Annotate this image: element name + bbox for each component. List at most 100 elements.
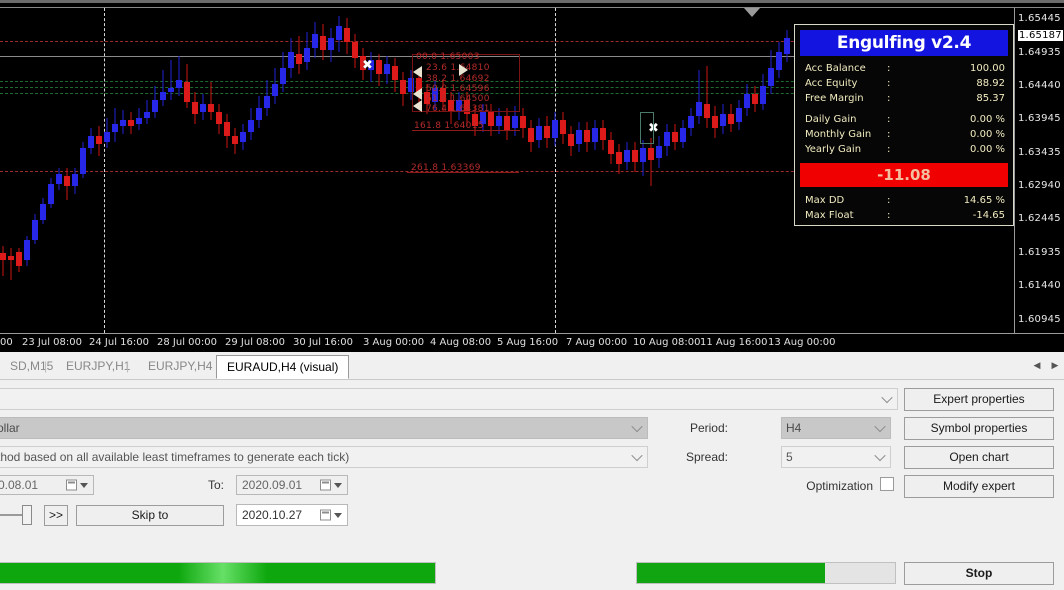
ea-account-row: Free Margin: 85.37 bbox=[805, 91, 1005, 106]
chart-tab[interactable]: SD,M15 bbox=[0, 355, 63, 379]
expert-properties-button[interactable]: Expert properties bbox=[904, 388, 1054, 411]
candlestick bbox=[144, 8, 150, 333]
candlestick bbox=[696, 8, 702, 333]
arrow-marker-left-2[interactable] bbox=[413, 88, 422, 100]
candlestick bbox=[768, 8, 774, 333]
time-axis-tick: 00 bbox=[0, 337, 13, 348]
ea-row-value: -14.65 bbox=[972, 210, 1005, 221]
ea-row-label: Free Margin bbox=[805, 93, 864, 104]
candlestick bbox=[536, 8, 542, 333]
skip-to-date-field[interactable]: 2020.10.27 bbox=[236, 504, 348, 526]
tab-scroll-left-icon[interactable]: ◀ bbox=[1030, 355, 1044, 375]
candlestick bbox=[520, 8, 526, 333]
ea-row-label: Acc Balance bbox=[805, 63, 866, 74]
speed-slider-track[interactable] bbox=[0, 514, 24, 516]
spread-combo[interactable]: 5 bbox=[781, 446, 891, 468]
chevron-down-icon bbox=[334, 483, 342, 488]
candlestick bbox=[576, 8, 582, 333]
date-to-field[interactable]: 2020.09.01 bbox=[236, 475, 348, 495]
candlestick bbox=[328, 8, 334, 333]
candlestick bbox=[784, 8, 790, 333]
candlestick bbox=[88, 8, 94, 333]
candlestick bbox=[224, 8, 230, 333]
candlestick bbox=[272, 8, 278, 333]
modify-expert-button[interactable]: Modify expert bbox=[904, 475, 1054, 498]
chart-tab[interactable]: EURJPY,H4 bbox=[138, 355, 222, 379]
chart-tab-active[interactable]: EURAUD,H4 (visual) bbox=[216, 355, 350, 379]
chart-scroll-marker-icon bbox=[744, 8, 760, 17]
price-axis-tick: 1.60945 bbox=[1018, 314, 1061, 325]
candlestick bbox=[648, 8, 654, 333]
fib-level-label: 161.8 1.64015 bbox=[414, 121, 484, 131]
progress-bar-left bbox=[0, 562, 436, 584]
price-axis-tick: 1.62940 bbox=[1018, 180, 1061, 191]
model-combo[interactable]: thod based on all available least timefr… bbox=[0, 446, 648, 468]
progress-bar-right bbox=[636, 562, 896, 584]
fib-level-label: 23.6 1.64810 bbox=[426, 63, 490, 73]
price-axis-tick: 1.63945 bbox=[1018, 113, 1061, 124]
chart-tab-strip[interactable]: SD,M15 EURJPY,H1 EURJPY,H4 EURAUD,H4 (visua… bbox=[0, 352, 1064, 380]
speed-slider-thumb[interactable] bbox=[22, 505, 32, 525]
candlestick bbox=[32, 8, 38, 333]
price-axis-tick: 1.61440 bbox=[1018, 280, 1061, 291]
candlestick bbox=[280, 8, 286, 333]
fib-level-label: 76.4 1.64381 bbox=[426, 104, 490, 114]
candlestick bbox=[728, 8, 734, 333]
step-forward-button[interactable]: >> bbox=[44, 505, 68, 526]
candlestick bbox=[256, 8, 262, 333]
ea-row-value: 0.00 % bbox=[970, 114, 1005, 125]
object-selection-rect[interactable] bbox=[640, 112, 654, 144]
ea-drawdown-row: Max Float: -14.65 bbox=[805, 208, 1005, 223]
current-price-label: 1.65187 bbox=[1018, 30, 1063, 41]
candlestick bbox=[352, 8, 358, 333]
candlestick bbox=[296, 8, 302, 333]
chevron-down-icon bbox=[80, 483, 88, 488]
symbol-properties-button[interactable]: Symbol properties bbox=[904, 417, 1054, 440]
candlestick bbox=[192, 8, 198, 333]
candlestick bbox=[616, 8, 622, 333]
progress-bar-right-fill bbox=[637, 563, 826, 583]
optimization-checkbox[interactable] bbox=[880, 477, 894, 491]
ea-row-value: 14.65 % bbox=[963, 195, 1005, 206]
ea-gain-row: Yearly Gain: 0.00 % bbox=[805, 142, 1005, 157]
tab-scroll-right-icon[interactable]: ▶ bbox=[1048, 355, 1062, 375]
calendar-icon bbox=[320, 509, 331, 521]
fib-level-label: 50.0 1.64596 bbox=[426, 84, 490, 94]
time-axis[interactable]: 00 23 Jul 08:00 24 Jul 16:00 28 Jul 00:00 29… bbox=[0, 333, 1064, 352]
time-axis-tick: 29 Jul 08:00 bbox=[225, 337, 285, 348]
ea-row-separator: : bbox=[887, 93, 891, 104]
period-combo[interactable]: H4 bbox=[781, 417, 891, 439]
candlestick bbox=[288, 8, 294, 333]
candlestick bbox=[592, 8, 598, 333]
candlestick bbox=[680, 8, 686, 333]
candlestick bbox=[120, 8, 126, 333]
arrow-marker-left-3[interactable] bbox=[413, 100, 422, 112]
time-axis-tick: 10 Aug 08:00 bbox=[633, 337, 701, 348]
ea-account-row: Acc Balance: 100.00 bbox=[805, 61, 1005, 76]
skip-to-button[interactable]: Skip to bbox=[76, 505, 224, 526]
arrow-marker-right-1[interactable] bbox=[459, 64, 468, 76]
expert-advisor-combo[interactable] bbox=[0, 388, 898, 410]
stop-button[interactable]: Stop bbox=[904, 562, 1054, 585]
chevron-down-icon bbox=[876, 423, 885, 432]
ea-row-separator: : bbox=[887, 129, 891, 140]
date-from-field[interactable]: 0.08.01 bbox=[0, 475, 94, 495]
calendar-icon bbox=[320, 479, 331, 491]
time-axis-tick: 4 Aug 08:00 bbox=[430, 337, 492, 348]
candlestick bbox=[136, 8, 142, 333]
candlestick bbox=[744, 8, 750, 333]
chevron-down-icon bbox=[334, 513, 342, 518]
ea-profit-value: -11.08 bbox=[800, 163, 1008, 187]
candlestick bbox=[184, 8, 190, 333]
ea-row-separator: : bbox=[887, 78, 891, 89]
candlestick bbox=[72, 8, 78, 333]
fib-level-label: 61.8 1.64500 bbox=[426, 94, 490, 104]
chart-area[interactable]: 00.0 1.65003 23.6 1.64810 38.2 1.64692 50.0… bbox=[0, 0, 1064, 352]
arrow-marker-left-1[interactable] bbox=[413, 66, 422, 78]
open-chart-button[interactable]: Open chart bbox=[904, 446, 1054, 469]
period-label: Period: bbox=[689, 421, 728, 435]
chart-top-border bbox=[0, 0, 1064, 8]
price-axis[interactable]: 1.65445 1.65187 1.64935 1.64440 1.63945 1.634… bbox=[1014, 8, 1064, 333]
price-axis-tick: 1.64935 bbox=[1018, 47, 1061, 58]
symbol-combo[interactable]: ollar bbox=[0, 417, 648, 439]
